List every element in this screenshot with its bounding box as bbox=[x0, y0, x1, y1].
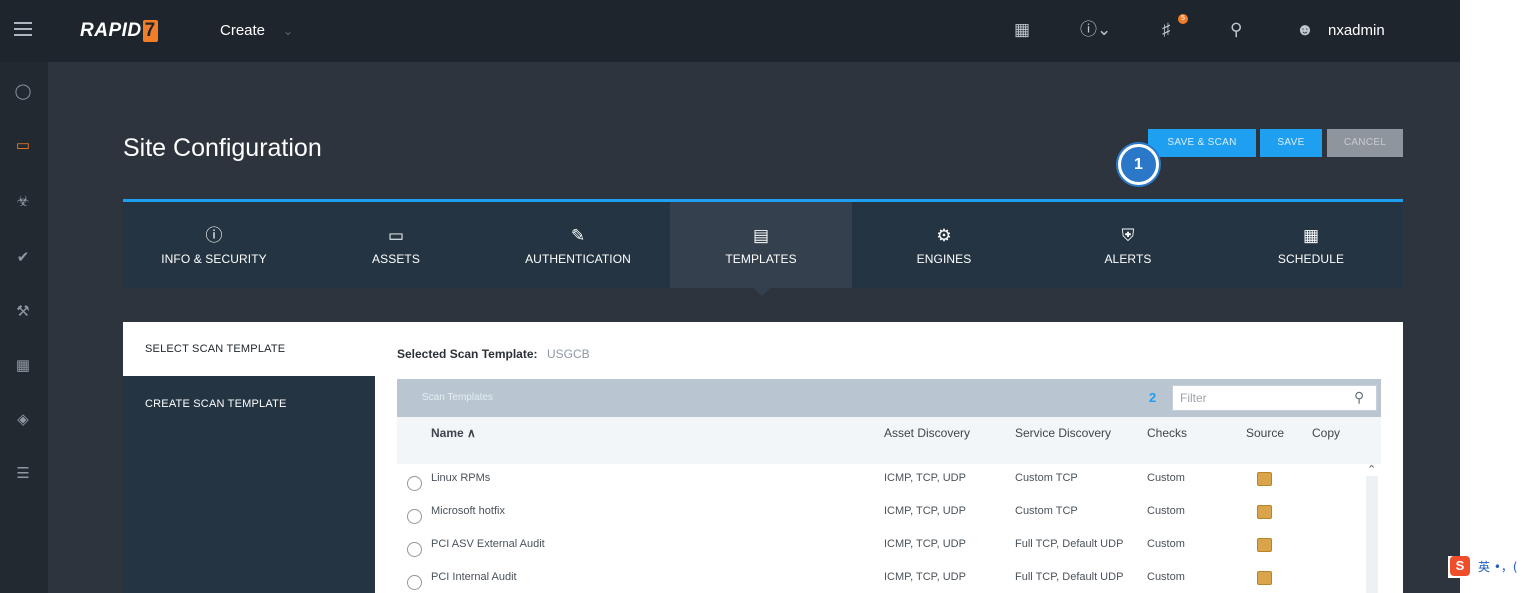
template-icon: ▤ bbox=[752, 226, 770, 245]
source-package-icon bbox=[1257, 472, 1272, 486]
create-scan-template-item[interactable]: CREATE SCAN TEMPLATE bbox=[123, 376, 375, 432]
search-icon[interactable]: ⚲ bbox=[1354, 389, 1364, 406]
asset-discovery-cell: ICMP, TCP, UDP bbox=[884, 472, 966, 484]
column-header-asset-discovery[interactable]: Asset Discovery bbox=[884, 426, 970, 440]
vulnerabilities-icon[interactable]: ☣ bbox=[12, 192, 34, 210]
create-menu-button[interactable]: Create bbox=[220, 22, 265, 39]
table-toolbar-title: Scan Templates bbox=[422, 392, 493, 403]
active-tab-pointer bbox=[754, 288, 770, 296]
monitor-icon: ▭ bbox=[387, 226, 405, 245]
selected-template-value: USGCB bbox=[547, 347, 590, 361]
credential-icon: ✎ bbox=[570, 226, 586, 245]
info-icon: ⓘ bbox=[205, 226, 223, 245]
filter-placeholder[interactable]: Filter bbox=[1180, 391, 1207, 405]
template-radio[interactable] bbox=[407, 542, 422, 557]
cancel-button[interactable]: CANCEL bbox=[1327, 129, 1403, 157]
checks-cell: Custom bbox=[1147, 538, 1185, 550]
top-bar: RAPID 7 Create ⌄ ▦ ⓘ⌄ ♯ 5 ⚲ ☻ nxadmin bbox=[0, 0, 1460, 62]
policies-icon[interactable]: ✔ bbox=[12, 248, 34, 266]
checks-cell: Custom bbox=[1147, 472, 1185, 484]
page-title: Site Configuration bbox=[123, 134, 322, 162]
shield-icon: ⛨ bbox=[1121, 226, 1135, 245]
user-menu[interactable]: nxadmin bbox=[1328, 22, 1385, 39]
chevron-down-icon[interactable]: ⌄ bbox=[283, 24, 293, 38]
source-package-icon bbox=[1257, 505, 1272, 519]
column-header-copy[interactable]: Copy bbox=[1312, 426, 1340, 440]
scroll-up-arrow-icon[interactable]: ⌃ bbox=[1367, 463, 1376, 476]
template-name: PCI Internal Audit bbox=[431, 571, 517, 583]
table-row[interactable] bbox=[397, 561, 1367, 593]
left-navigation: ◯ ▭ ☣ ✔ ⚒ ▦ ◈ ☰ bbox=[0, 62, 48, 593]
charts-icon[interactable]: ▦ bbox=[12, 356, 34, 374]
tab-alerts[interactable]: ⛨ ALERTS bbox=[1037, 202, 1219, 288]
source-package-icon bbox=[1257, 538, 1272, 552]
column-header-service-discovery[interactable]: Service Discovery bbox=[1015, 426, 1111, 440]
rapid7-logo[interactable]: RAPID 7 bbox=[80, 20, 158, 42]
service-discovery-cell: Full TCP, Default UDP bbox=[1015, 538, 1124, 550]
save-and-scan-button[interactable]: SAVE & SCAN bbox=[1148, 129, 1256, 157]
tab-engines[interactable]: ⚙ ENGINES bbox=[853, 202, 1035, 288]
config-tabs: ⓘ INFO & SECURITY ▭ ASSETS ✎ AUTHENTICAT… bbox=[123, 202, 1403, 288]
ime-logo-icon[interactable]: S bbox=[1450, 556, 1470, 576]
checks-cell: Custom bbox=[1147, 505, 1185, 517]
table-scrollbar[interactable] bbox=[1366, 476, 1378, 593]
save-button[interactable]: SAVE bbox=[1260, 129, 1322, 157]
table-row[interactable] bbox=[397, 462, 1367, 495]
table-header bbox=[397, 417, 1381, 464]
tab-info-security[interactable]: ⓘ INFO & SECURITY bbox=[123, 202, 305, 288]
column-header-source[interactable]: Source bbox=[1246, 426, 1284, 440]
tags-icon[interactable]: ◈ bbox=[12, 410, 34, 428]
template-name: PCI ASV External Audit bbox=[431, 538, 545, 550]
service-discovery-cell: Full TCP, Default UDP bbox=[1015, 571, 1124, 583]
template-name: Linux RPMs bbox=[431, 472, 491, 484]
tab-assets[interactable]: ▭ ASSETS bbox=[305, 202, 487, 288]
selected-template-label: Selected Scan Template: bbox=[397, 347, 538, 361]
tab-templates[interactable]: ▤ TEMPLATES bbox=[670, 202, 852, 288]
table-row[interactable] bbox=[397, 495, 1367, 528]
calendar-icon[interactable]: ▦ bbox=[1014, 20, 1030, 40]
dashboard-icon[interactable]: ◯ bbox=[12, 82, 34, 100]
source-package-icon bbox=[1257, 571, 1272, 585]
hamburger-menu-icon[interactable] bbox=[14, 22, 32, 40]
template-radio[interactable] bbox=[407, 509, 422, 524]
asset-discovery-cell: ICMP, TCP, UDP bbox=[884, 571, 966, 583]
column-header-checks[interactable]: Checks bbox=[1147, 426, 1187, 440]
tab-authentication[interactable]: ✎ AUTHENTICATION bbox=[487, 202, 669, 288]
list-icon[interactable]: ☰ bbox=[12, 464, 34, 482]
step-marker: 1 bbox=[1118, 144, 1159, 185]
gears-icon: ⚙ bbox=[936, 226, 952, 245]
service-discovery-cell: Custom TCP bbox=[1015, 505, 1078, 517]
app-window: RAPID 7 Create ⌄ ▦ ⓘ⌄ ♯ 5 ⚲ ☻ nxadmin ◯ ▭… bbox=[0, 0, 1460, 593]
asset-discovery-cell: ICMP, TCP, UDP bbox=[884, 538, 966, 550]
template-radio[interactable] bbox=[407, 476, 422, 491]
bell-icon[interactable]: ♯ bbox=[1162, 20, 1171, 40]
service-discovery-cell: Custom TCP bbox=[1015, 472, 1078, 484]
user-icon[interactable]: ☻ bbox=[1296, 20, 1314, 40]
template-radio[interactable] bbox=[407, 575, 422, 590]
notification-badge: 5 bbox=[1178, 14, 1188, 24]
tab-schedule[interactable]: ▦ SCHEDULE bbox=[1220, 202, 1402, 288]
asset-discovery-cell: ICMP, TCP, UDP bbox=[884, 505, 966, 517]
template-count: 2 bbox=[1149, 390, 1157, 405]
checks-cell: Custom bbox=[1147, 571, 1185, 583]
reports-icon[interactable]: ⚒ bbox=[12, 302, 34, 320]
ime-status-text[interactable]: 英 •，( bbox=[1478, 558, 1518, 575]
assets-icon[interactable]: ▭ bbox=[12, 136, 34, 154]
search-icon[interactable]: ⚲ bbox=[1230, 20, 1242, 40]
template-name: Microsoft hotfix bbox=[431, 505, 505, 517]
help-icon[interactable]: ⓘ⌄ bbox=[1080, 20, 1111, 40]
select-scan-template-item[interactable]: SELECT SCAN TEMPLATE bbox=[123, 322, 375, 376]
column-header-name[interactable]: Name ∧ bbox=[431, 426, 476, 440]
side-menu-background bbox=[123, 432, 375, 593]
calendar-icon: ▦ bbox=[1302, 226, 1320, 245]
